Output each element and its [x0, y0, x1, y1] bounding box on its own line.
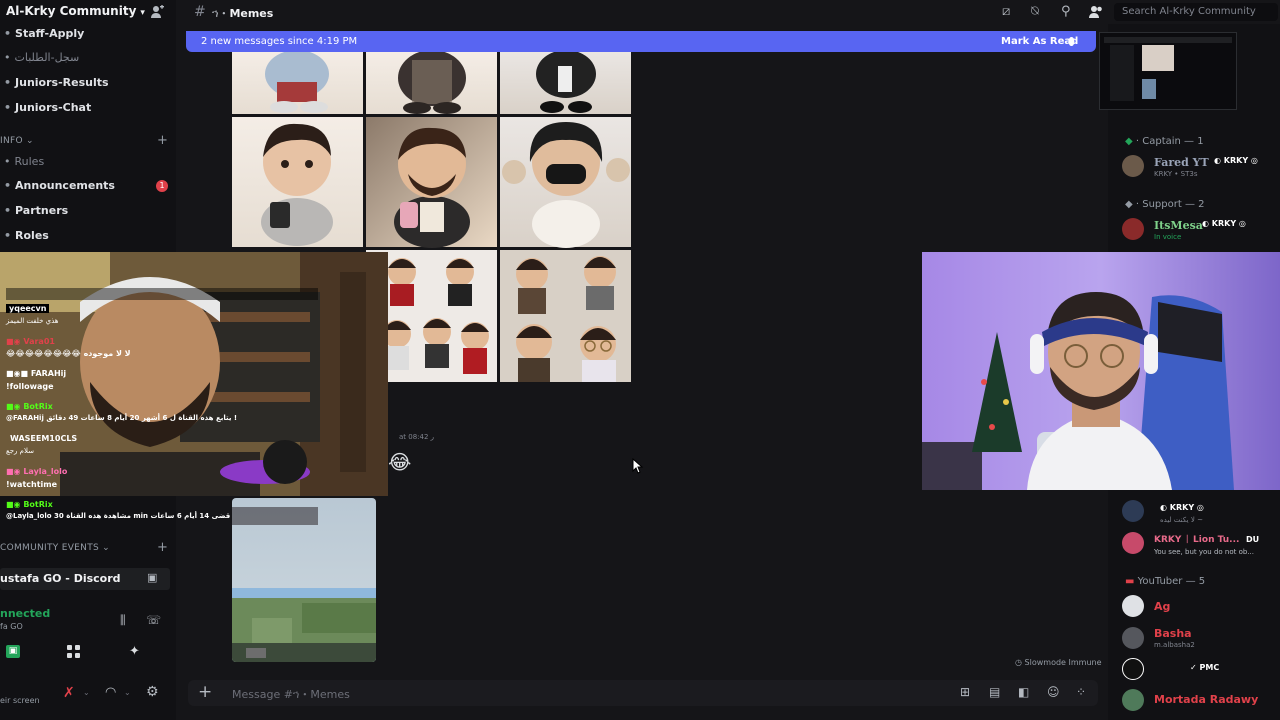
- server-tag: ◐ KRKY ◎: [1214, 156, 1258, 165]
- add-attachment-icon[interactable]: +: [198, 682, 212, 702]
- new-messages-text: 2 new messages since 4:19 PM: [201, 36, 358, 47]
- text-channel-icon: #: [194, 4, 206, 20]
- pin-icon[interactable]: ⚲: [1061, 4, 1071, 19]
- channel-requests[interactable]: • سجل-الطلبات: [4, 51, 79, 64]
- noise-suppression-icon[interactable]: ⫼: [120, 613, 126, 628]
- member-list-icon[interactable]: [1089, 4, 1103, 23]
- chat-message: @Layla_lolo مشاهدة هذه القناة 30 min قضى…: [6, 512, 231, 520]
- member-status: m.albasha2: [1154, 641, 1195, 649]
- member-name[interactable]: Mortada Radawy: [1154, 693, 1258, 706]
- avatar[interactable]: [1122, 218, 1144, 240]
- mention-badge: 1: [156, 180, 168, 192]
- chat-overlay-bar: [232, 507, 318, 525]
- chat-username: ■◉ BotRix: [6, 402, 53, 411]
- role-header-support: ◆ · Support — 2: [1125, 199, 1205, 210]
- person-add-icon[interactable]: [150, 4, 164, 23]
- avatar[interactable]: [1122, 500, 1144, 522]
- channel-partners[interactable]: • Partners: [4, 204, 68, 217]
- gif-icon[interactable]: ▤: [989, 685, 1000, 699]
- disconnect-icon[interactable]: ☏: [146, 613, 161, 627]
- share-screen-label[interactable]: eir screen: [0, 696, 40, 705]
- apps-icon[interactable]: ⁘: [1076, 685, 1086, 699]
- avatar[interactable]: [1122, 595, 1144, 617]
- message-timestamp: at 08:42 ر: [399, 433, 435, 441]
- new-messages-banner[interactable]: 2 new messages since 4:19 PM Mark As Rea…: [186, 31, 1096, 52]
- chat-username: yqeecvn: [6, 304, 50, 313]
- headphones-icon[interactable]: ◠: [105, 685, 116, 700]
- gift-icon[interactable]: ⊞: [960, 685, 970, 699]
- add-event-icon[interactable]: +: [157, 540, 168, 555]
- chevron-down-icon[interactable]: ⌄: [83, 688, 90, 697]
- server-tag: DU: [1246, 535, 1260, 544]
- webcam-image: [922, 252, 1280, 490]
- server-tag: ◐ KRKY ◎: [1202, 219, 1246, 228]
- chevron-down-icon: ▾: [140, 8, 145, 18]
- mark-as-read-button[interactable]: Mark As Read: [1001, 36, 1078, 47]
- member-status: In voice: [1154, 233, 1182, 241]
- message-input[interactable]: Message #ኀ・Memes: [232, 686, 350, 702]
- mouse-cursor-icon: [632, 457, 644, 478]
- channel-staff-apply[interactable]: • Staff-Apply: [4, 27, 84, 40]
- chat-username: ■◉■ FARAHij: [6, 369, 67, 378]
- event-item[interactable]: ustafa GO - Discord ▣: [0, 568, 170, 590]
- camera-icon[interactable]: ▣: [6, 645, 20, 658]
- member-status: You see, but you do not ob...: [1154, 548, 1254, 556]
- channel-title: ኀ・Memes: [212, 7, 274, 20]
- emoji-icon[interactable]: ☺: [1047, 685, 1060, 699]
- voice-status: nnected: [0, 607, 51, 620]
- chat-overlay-bar: [6, 288, 318, 300]
- activities-icon[interactable]: [66, 644, 81, 663]
- chat-message: 😂😂😂😂😂😂😂😂 لا لا موجوده: [6, 349, 131, 358]
- channel-roles[interactable]: • Roles: [4, 229, 49, 242]
- role-header-youtuber: ▬ YouTuber — 5: [1125, 576, 1206, 587]
- avatar[interactable]: [1122, 658, 1144, 680]
- chat-username: WASEEM10CLS: [10, 434, 78, 443]
- chat-message: !watchtime: [6, 480, 58, 489]
- channel-juniors-chat[interactable]: • Juniors-Chat: [4, 101, 91, 114]
- voice-channel[interactable]: fa GO: [0, 622, 23, 631]
- mic-muted-icon[interactable]: ✗: [63, 685, 75, 701]
- role-header-captain: ◆ · Captain — 1: [1125, 136, 1204, 147]
- avatar[interactable]: [1122, 155, 1144, 177]
- member-status: KRKY • ST3s: [1154, 170, 1198, 178]
- search-input[interactable]: Search Al-Krky Community: [1114, 3, 1278, 21]
- chat-username: ■◉ BotRix: [6, 500, 53, 509]
- channel-announcements[interactable]: • Announcements: [4, 179, 115, 192]
- member-name[interactable]: ItsMesa: [1154, 219, 1203, 232]
- settings-gear-icon[interactable]: ⚙: [146, 684, 159, 700]
- notification-bell-muted-icon[interactable]: ⍉: [1031, 4, 1039, 19]
- avatar[interactable]: [1122, 532, 1144, 554]
- chat-username: ■◉ Layla_lolo: [6, 467, 68, 476]
- add-channel-icon[interactable]: +: [157, 133, 168, 148]
- chat-username: ■◉ Vara01: [6, 337, 55, 346]
- member-status: لا يكنت ليده ~: [1160, 516, 1203, 524]
- member-name[interactable]: Ag: [1154, 600, 1170, 613]
- server-tag: ✓ PMC: [1190, 663, 1220, 672]
- channel-juniors-results[interactable]: • Juniors-Results: [4, 76, 109, 89]
- category-info[interactable]: INFO ⌄: [0, 136, 34, 146]
- category-community-events[interactable]: COMMUNITY EVENTS ⌄: [0, 543, 110, 553]
- member-name[interactable]: KRKY ᛁ Lion Tu...: [1154, 535, 1239, 545]
- screen-share-icon[interactable]: ▣: [147, 571, 157, 584]
- member-name[interactable]: Basha: [1154, 627, 1192, 640]
- server-tag: ◐ KRKY ◎: [1160, 503, 1204, 512]
- soundboard-icon[interactable]: ✦: [129, 644, 140, 659]
- mark-read-icon: ⬮: [1068, 35, 1075, 48]
- avatar[interactable]: [1122, 627, 1144, 649]
- chat-message: @FARAHij يتابع هذه القناة ل 6 أشهر 20 أي…: [6, 414, 238, 422]
- chat-message: هذي خلفت الميمز: [6, 317, 59, 325]
- event-name: ustafa GO - Discord: [0, 572, 121, 585]
- member-name[interactable]: Fared YT: [1154, 156, 1209, 169]
- channel-rules[interactable]: • Rules: [4, 155, 44, 168]
- sticker-icon[interactable]: ◧: [1018, 685, 1029, 699]
- avatar[interactable]: [1122, 689, 1144, 711]
- chat-message: !followage: [6, 382, 54, 391]
- threads-icon[interactable]: ⧄: [1002, 4, 1010, 19]
- chevron-down-icon[interactable]: ⌄: [124, 688, 131, 697]
- streamer-webcam: [922, 252, 1280, 490]
- chat-message: سلام رجع: [6, 447, 35, 455]
- stream-preview[interactable]: [1099, 32, 1237, 110]
- slowmode-indicator: ◷ Slowmode Immune: [1015, 658, 1102, 667]
- message-emoji: 😂: [388, 450, 412, 474]
